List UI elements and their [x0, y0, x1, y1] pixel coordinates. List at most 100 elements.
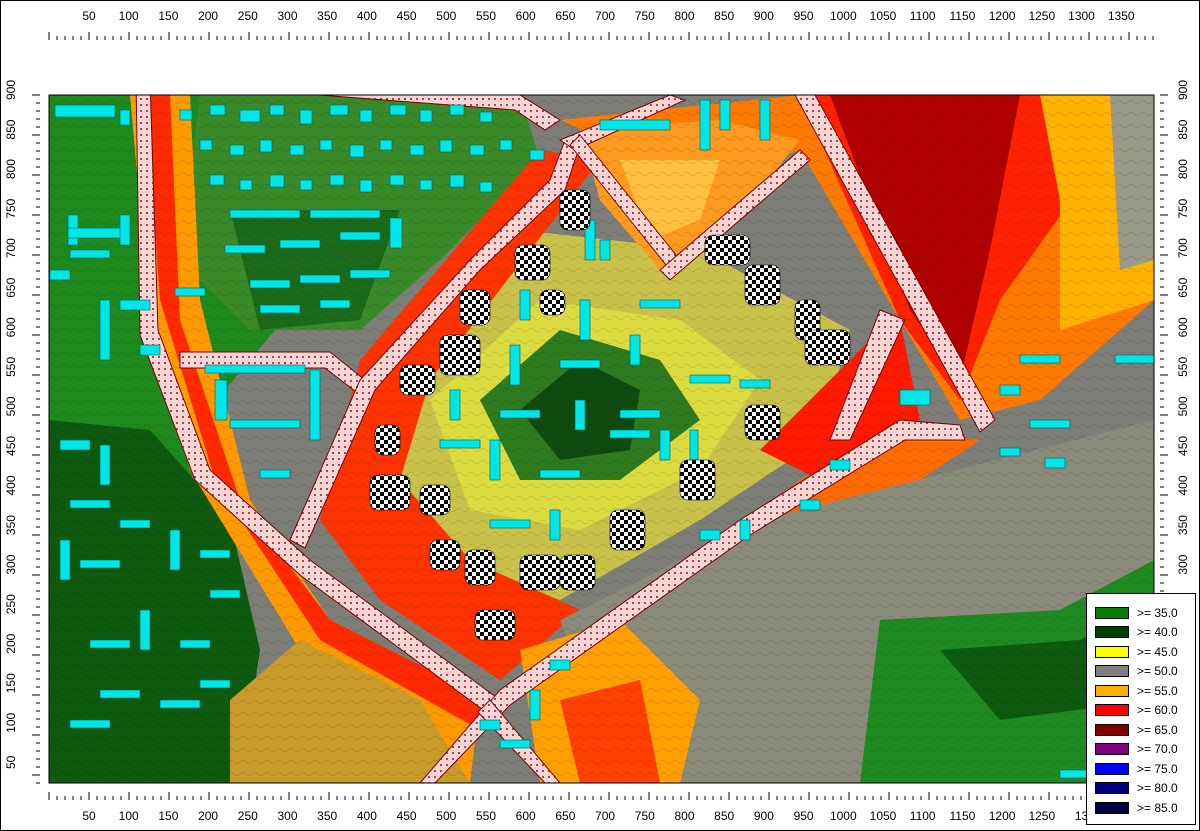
y-tick-label-left: 650 [4, 277, 18, 297]
y-tick-label-right: 600 [1176, 317, 1190, 337]
x-tick-label-top: 550 [476, 9, 496, 23]
y-tick-label-right: 450 [1176, 436, 1190, 456]
legend-item: >= 70.0 [1095, 741, 1178, 758]
y-tick-label-right: 900 [1176, 80, 1190, 100]
y-tick-label-left: 750 [4, 198, 18, 218]
legend-item: >= 85.0 [1095, 799, 1178, 816]
x-tick-label-bottom: 900 [754, 809, 774, 823]
x-tick-label-top: 450 [397, 9, 417, 23]
x-tick-label-top: 1350 [1108, 9, 1135, 23]
y-tick-label-left: 300 [4, 554, 18, 574]
y-tick-label-right: 350 [1176, 515, 1190, 535]
x-tick-label-top: 300 [277, 9, 297, 23]
x-tick-label-top: 1300 [1068, 9, 1095, 23]
y-tick-label-right: 700 [1176, 238, 1190, 258]
y-tick-label-right: 550 [1176, 357, 1190, 377]
x-tick-label-bottom: 800 [674, 809, 694, 823]
y-tick-label-left: 800 [4, 159, 18, 179]
legend-swatch [1095, 665, 1129, 677]
x-tick-label-top: 1200 [989, 9, 1016, 23]
x-tick-label-bottom: 200 [198, 809, 218, 823]
legend-label: >= 50.0 [1137, 664, 1178, 678]
x-tick-label-top: 700 [595, 9, 615, 23]
legend-swatch [1095, 626, 1129, 638]
noise-level-legend: >= 35.0 >= 40.0 >= 45.0 >= 50.0 >= 55.0 >= 60… [1086, 593, 1196, 825]
legend-item: >= 40.0 [1095, 624, 1178, 641]
x-tick-label-top: 750 [635, 9, 655, 23]
x-tick-label-top: 400 [357, 9, 377, 23]
y-tick-label-right: 300 [1176, 554, 1190, 574]
legend-label: >= 40.0 [1137, 625, 1178, 639]
y-tick-label-left: 700 [4, 238, 18, 258]
x-tick-label-bottom: 1250 [1028, 809, 1055, 823]
legend-item: >= 80.0 [1095, 780, 1178, 797]
legend-item: >= 75.0 [1095, 760, 1178, 777]
legend-label: >= 55.0 [1137, 683, 1178, 698]
x-tick-label-bottom: 500 [436, 809, 456, 823]
y-tick-label-left: 600 [4, 317, 18, 337]
legend-label: >= 45.0 [1137, 644, 1178, 659]
x-tick-label-top: 1100 [910, 9, 936, 23]
legend-swatch [1095, 684, 1129, 697]
y-tick-label-right: 850 [1176, 119, 1190, 139]
x-tick-label-top: 850 [714, 9, 734, 23]
noise-map [49, 95, 1154, 783]
legend-swatch [1095, 782, 1129, 794]
legend-swatch [1095, 762, 1129, 775]
legend-swatch [1095, 801, 1129, 814]
y-tick-label-left: 150 [4, 673, 18, 693]
x-tick-label-top: 950 [794, 9, 814, 23]
legend-swatch [1095, 723, 1129, 736]
x-tick-label-bottom: 400 [357, 809, 377, 823]
y-tick-label-right: 650 [1176, 277, 1190, 297]
x-tick-label-bottom: 950 [794, 809, 814, 823]
legend-label: >= 85.0 [1137, 800, 1178, 815]
legend-label: >= 60.0 [1137, 703, 1178, 717]
legend-swatch [1095, 606, 1129, 619]
legend-label: >= 80.0 [1137, 781, 1178, 795]
y-tick-label-right: 400 [1176, 475, 1190, 495]
legend-label: >= 35.0 [1137, 605, 1178, 620]
x-tick-label-bottom: 1100 [910, 809, 936, 823]
y-tick-label-left: 850 [4, 119, 18, 139]
legend-item: >= 55.0 [1095, 682, 1178, 699]
y-tick-label-left: 350 [4, 515, 18, 535]
y-tick-label-left: 250 [4, 594, 18, 614]
x-tick-label-top: 1000 [830, 9, 857, 23]
x-tick-label-bottom: 700 [595, 809, 615, 823]
legend-item: >= 45.0 [1095, 643, 1178, 660]
y-tick-label-left: 200 [4, 633, 18, 653]
x-tick-label-bottom: 850 [714, 809, 734, 823]
y-tick-label-left: 900 [4, 80, 18, 100]
y-tick-label-right: 750 [1176, 198, 1190, 218]
legend-swatch [1095, 704, 1129, 716]
x-tick-label-top: 600 [516, 9, 536, 23]
x-tick-label-top: 650 [555, 9, 575, 23]
x-tick-label-top: 900 [754, 9, 774, 23]
y-tick-label-left: 100 [4, 712, 18, 732]
x-tick-label-top: 200 [198, 9, 218, 23]
x-tick-label-top: 1150 [949, 9, 975, 23]
y-tick-label-left: 50 [4, 755, 18, 769]
y-tick-label-right: 500 [1176, 396, 1190, 416]
legend-swatch [1095, 645, 1129, 658]
y-tick-label-left: 450 [4, 436, 18, 456]
x-tick-label-bottom: 450 [397, 809, 417, 823]
x-tick-label-bottom: 1150 [949, 809, 975, 823]
x-tick-label-bottom: 100 [119, 809, 139, 823]
x-tick-label-top: 1050 [870, 9, 897, 23]
x-tick-label-top: 50 [82, 9, 96, 23]
x-tick-label-bottom: 300 [277, 809, 297, 823]
y-tick-label-right: 800 [1176, 159, 1190, 179]
y-tick-label-left: 500 [4, 396, 18, 416]
x-tick-label-bottom: 650 [555, 809, 575, 823]
x-tick-label-bottom: 750 [635, 809, 655, 823]
noise-map-frame: 50 100 150 200 250 300 350 400 450 500 550 600 650 70… [0, 0, 1200, 831]
legend-item: >= 65.0 [1095, 721, 1178, 738]
x-tick-label-top: 800 [674, 9, 694, 23]
x-tick-label-top: 250 [238, 9, 258, 23]
x-tick-label-top: 1250 [1028, 9, 1055, 23]
x-tick-label-bottom: 1050 [870, 809, 897, 823]
x-tick-label-bottom: 150 [158, 809, 178, 823]
legend-item: >= 35.0 [1095, 604, 1178, 621]
